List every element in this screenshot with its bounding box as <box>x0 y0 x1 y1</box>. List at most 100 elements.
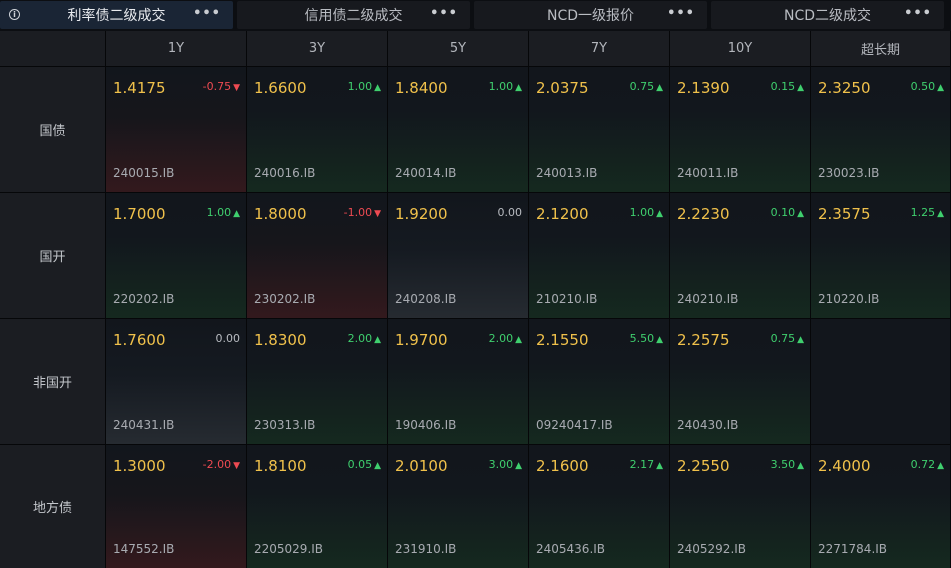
yield-value: 1.9700 <box>395 331 448 349</box>
arrow-down-icon: ▼ <box>374 209 381 219</box>
quote-cell[interactable]: 2.2575 0.75 ▲ 240430.IB <box>670 319 810 444</box>
arrow-up-icon: ▲ <box>797 461 804 471</box>
more-icon[interactable]: ••• <box>193 7 221 20</box>
quote-cell[interactable]: 2.2550 3.50 ▲ 2405292.IB <box>670 445 810 568</box>
bond-code: 240011.IB <box>677 166 739 180</box>
bond-code: 240014.IB <box>395 166 457 180</box>
change-text: 0.75 <box>770 332 796 345</box>
quote-cell[interactable]: 1.8000 -1.00 ▼ 230202.IB <box>247 193 387 318</box>
quote-cell[interactable]: 2.1390 0.15 ▲ 240011.IB <box>670 67 810 192</box>
change-text: -0.75 <box>202 80 232 93</box>
change-text: 1.00 <box>347 80 373 93</box>
change-text: 0.72 <box>910 458 936 471</box>
quote-cell[interactable]: 1.8100 0.05 ▲ 2205029.IB <box>247 445 387 568</box>
quote-cell[interactable]: 2.3575 1.25 ▲ 210220.IB <box>811 193 950 318</box>
change-text: 2.00 <box>347 332 373 345</box>
change-value: 0.75 ▲ <box>630 80 663 93</box>
change-text: 5.50 <box>629 332 655 345</box>
bond-code: 230313.IB <box>254 418 316 432</box>
yield-value: 2.1600 <box>536 457 589 475</box>
change-value: 2.00 ▲ <box>348 332 381 345</box>
quote-cell[interactable]: 1.7000 1.00 ▲ 220202.IB <box>106 193 246 318</box>
change-value: 1.25 ▲ <box>911 206 944 219</box>
quote-cell[interactable]: 2.1600 2.17 ▲ 2405436.IB <box>529 445 669 568</box>
arrow-up-icon: ▲ <box>374 461 381 471</box>
bond-code: 210210.IB <box>536 292 598 306</box>
arrow-down-icon: ▼ <box>233 461 240 471</box>
change-value: 3.00 ▲ <box>489 458 522 471</box>
quote-cell[interactable]: 2.4000 0.72 ▲ 2271784.IB <box>811 445 950 568</box>
change-value: 0.15 ▲ <box>771 80 804 93</box>
change-value: 2.17 ▲ <box>630 458 663 471</box>
change-text: 1.25 <box>910 206 936 219</box>
change-text: -1.00 <box>343 206 373 219</box>
change-value: -2.00 ▼ <box>203 458 240 471</box>
change-text: 1.00 <box>488 80 514 93</box>
arrow-up-icon: ▲ <box>656 83 663 93</box>
quote-cell[interactable]: 1.7600 0.00 240431.IB <box>106 319 246 444</box>
quote-cell[interactable]: 1.6600 1.00 ▲ 240016.IB <box>247 67 387 192</box>
change-value: 1.00 ▲ <box>348 80 381 93</box>
matrix-corner <box>0 31 105 66</box>
more-icon[interactable]: ••• <box>430 7 458 20</box>
quote-cell[interactable]: 2.3250 0.50 ▲ 230023.IB <box>811 67 950 192</box>
quote-cell-empty <box>811 319 950 444</box>
arrow-up-icon: ▲ <box>797 335 804 345</box>
arrow-up-icon: ▲ <box>656 209 663 219</box>
quote-cell[interactable]: 1.8300 2.00 ▲ 230313.IB <box>247 319 387 444</box>
info-icon[interactable]: i <box>9 9 20 20</box>
change-value: 0.75 ▲ <box>771 332 804 345</box>
quote-cell[interactable]: 1.8400 1.00 ▲ 240014.IB <box>388 67 528 192</box>
change-value: 2.00 ▲ <box>489 332 522 345</box>
arrow-up-icon: ▲ <box>937 461 944 471</box>
bond-code: 230202.IB <box>254 292 316 306</box>
change-text: 1.00 <box>629 206 655 219</box>
row-header: 非国开 <box>0 319 105 444</box>
quote-cell[interactable]: 2.0100 3.00 ▲ 231910.IB <box>388 445 528 568</box>
arrow-up-icon: ▲ <box>937 209 944 219</box>
quote-cell[interactable]: 2.0375 0.75 ▲ 240013.IB <box>529 67 669 192</box>
change-text: 0.15 <box>770 80 796 93</box>
column-header-3y: 3Y <box>247 31 387 66</box>
change-text: 0.50 <box>910 80 936 93</box>
change-value: 0.05 ▲ <box>348 458 381 471</box>
change-value: 3.50 ▲ <box>771 458 804 471</box>
bond-code: 09240417.IB <box>536 418 613 432</box>
yield-value: 2.4000 <box>818 457 871 475</box>
tab-label: 利率债二级成交 <box>67 8 166 24</box>
quote-cell[interactable]: 2.1200 1.00 ▲ 210210.IB <box>529 193 669 318</box>
bond-code: 240210.IB <box>677 292 739 306</box>
quote-cell[interactable]: 1.3000 -2.00 ▼ 147552.IB <box>106 445 246 568</box>
quote-cell[interactable]: 1.4175 -0.75 ▼ 240015.IB <box>106 67 246 192</box>
change-text: 2.17 <box>629 458 655 471</box>
arrow-up-icon: ▲ <box>515 335 522 345</box>
tab-rate-bond-secondary[interactable]: i 利率债二级成交 ••• <box>0 1 233 29</box>
arrow-up-icon: ▲ <box>515 461 522 471</box>
tab-credit-bond-secondary[interactable]: 信用债二级成交 ••• <box>237 1 470 29</box>
more-icon[interactable]: ••• <box>667 7 695 20</box>
column-header-10y: 10Y <box>670 31 810 66</box>
bond-code: 2405436.IB <box>536 542 606 556</box>
tab-ncd-primary-quote[interactable]: NCD一级报价 ••• <box>474 1 707 29</box>
yield-value: 2.2230 <box>677 205 730 223</box>
arrow-up-icon: ▲ <box>515 83 522 93</box>
quote-cell[interactable]: 2.1550 5.50 ▲ 09240417.IB <box>529 319 669 444</box>
tab-label: NCD一级报价 <box>546 8 635 24</box>
bond-code: 240013.IB <box>536 166 598 180</box>
more-icon[interactable]: ••• <box>904 7 932 20</box>
quote-cell[interactable]: 1.9200 0.00 240208.IB <box>388 193 528 318</box>
tab-ncd-secondary[interactable]: NCD二级成交 ••• <box>711 1 944 29</box>
bond-code: 240208.IB <box>395 292 457 306</box>
arrow-up-icon: ▲ <box>937 83 944 93</box>
yield-value: 1.7000 <box>113 205 166 223</box>
column-header-ultra-long: 超长期 <box>811 31 950 66</box>
yield-value: 2.1550 <box>536 331 589 349</box>
quote-cell[interactable]: 2.2230 0.10 ▲ 240210.IB <box>670 193 810 318</box>
change-value: 1.00 ▲ <box>207 206 240 219</box>
arrow-up-icon: ▲ <box>656 335 663 345</box>
yield-value: 1.6600 <box>254 79 307 97</box>
bond-code: 2405292.IB <box>677 542 747 556</box>
change-text: 1.00 <box>206 206 232 219</box>
quote-cell[interactable]: 1.9700 2.00 ▲ 190406.IB <box>388 319 528 444</box>
change-text: 0.10 <box>770 206 796 219</box>
